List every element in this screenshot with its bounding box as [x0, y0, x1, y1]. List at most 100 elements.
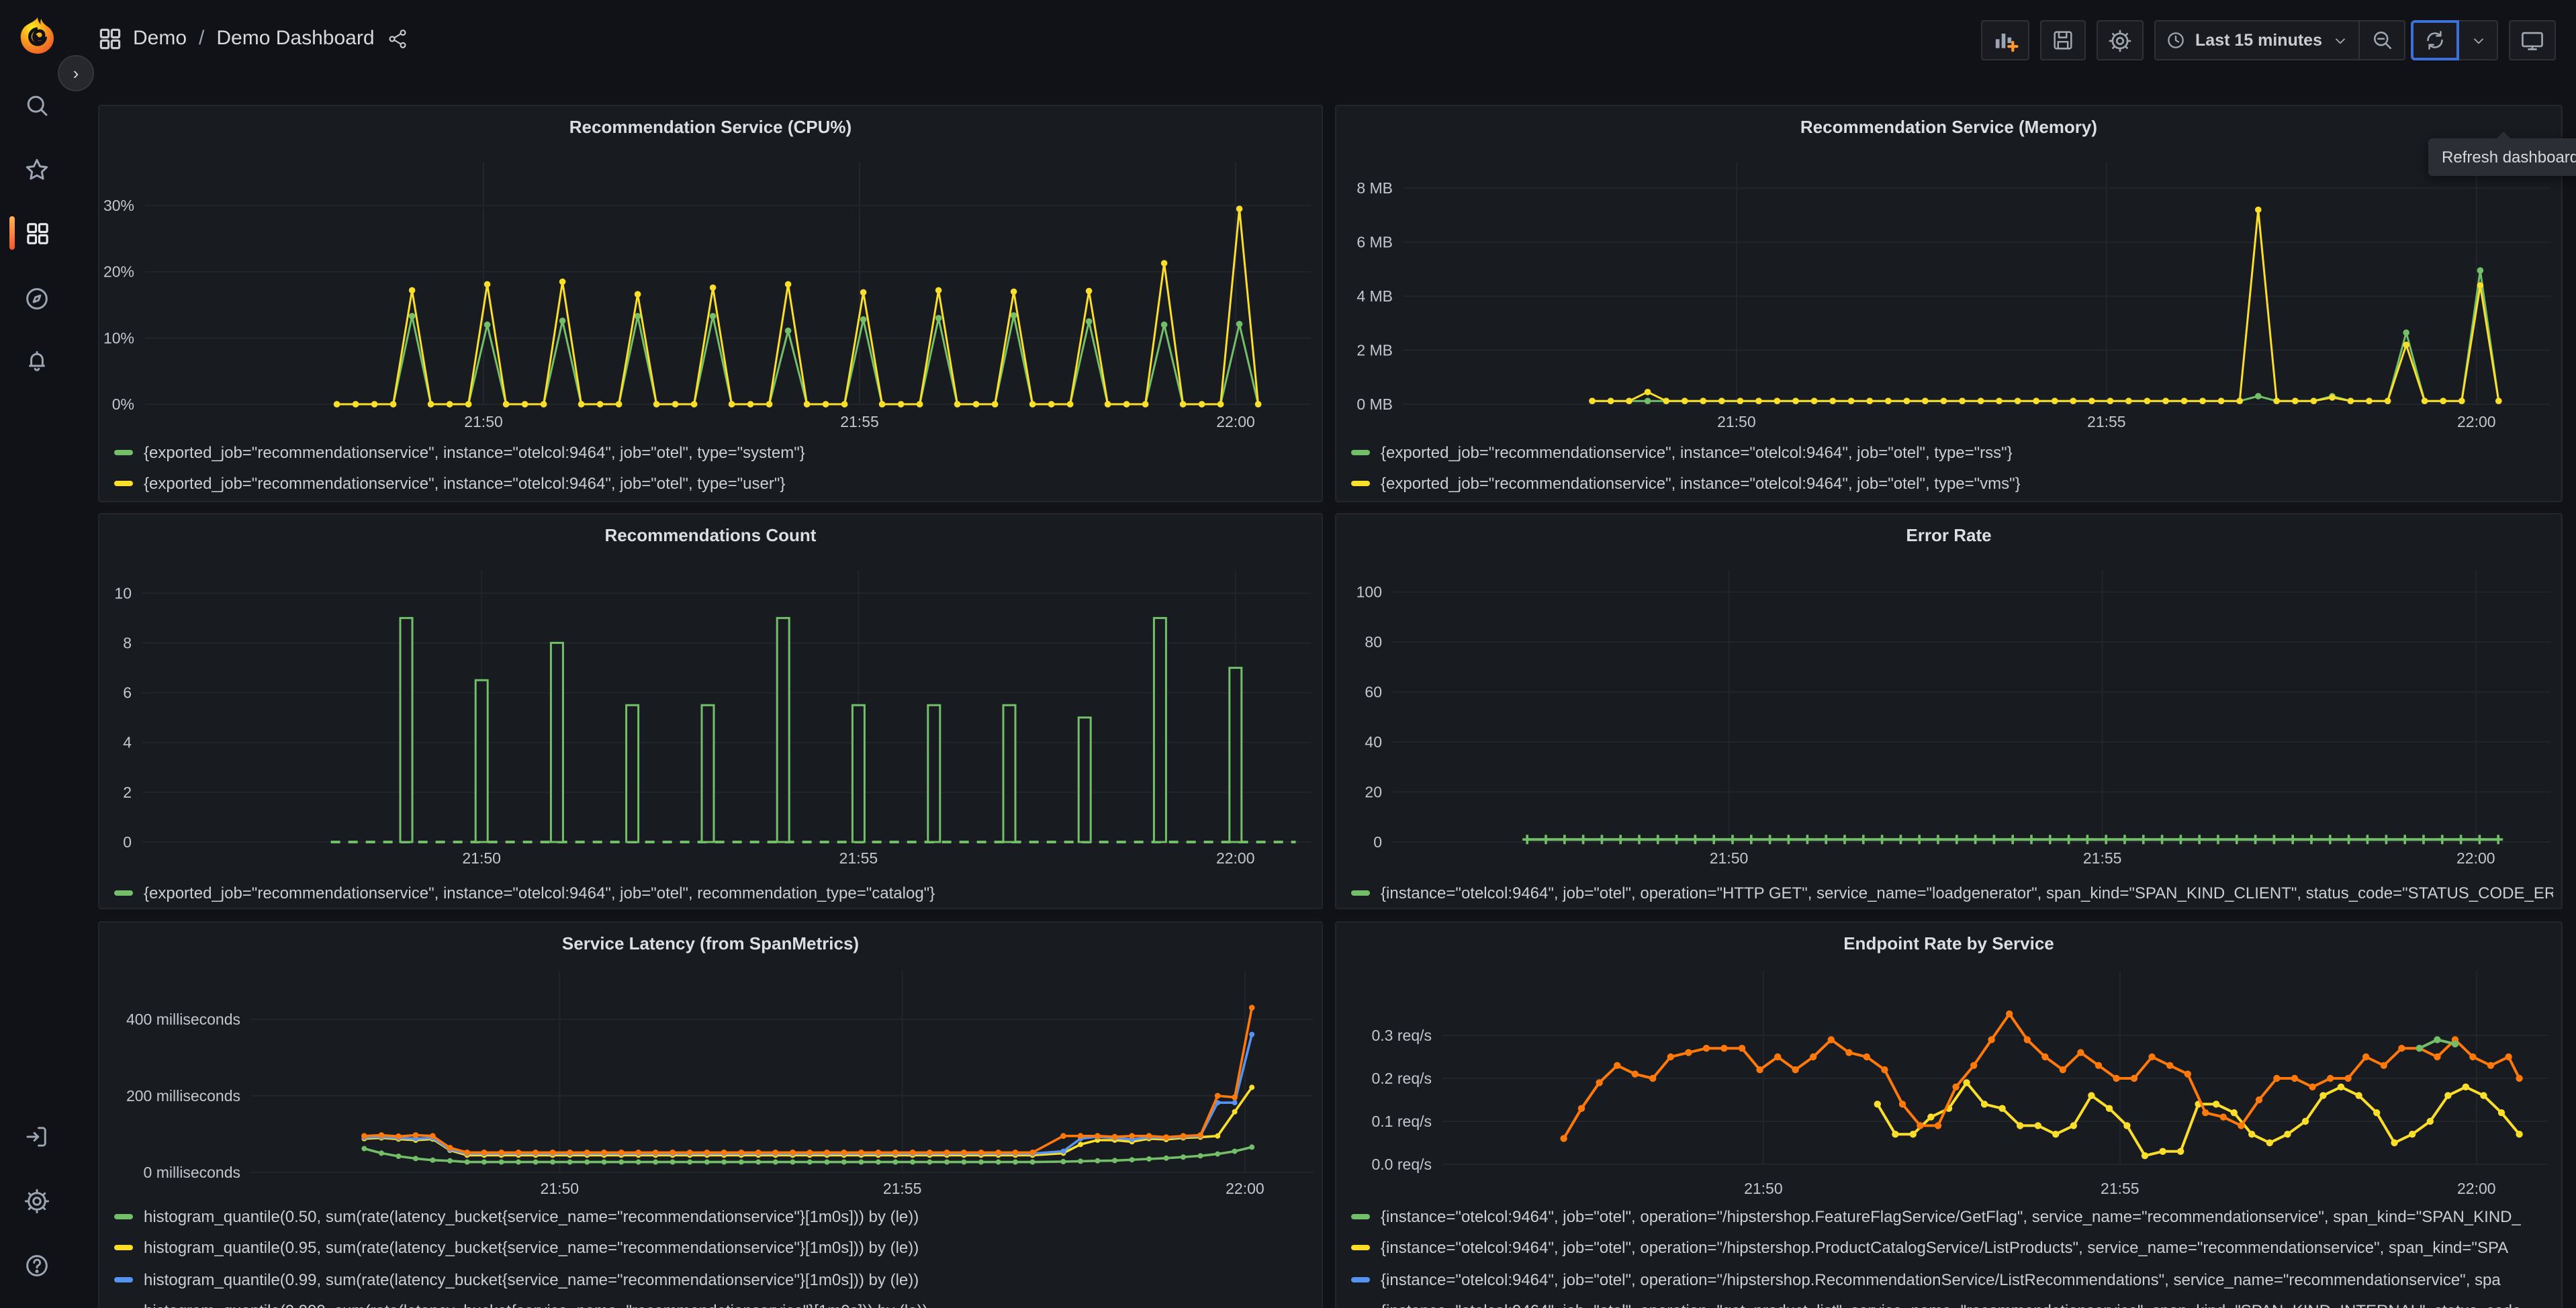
chart-canvas[interactable]: 21:50 21:55 22:00 0 20 40 60 80 100	[1336, 514, 2561, 908]
series-color-swatch	[1351, 1276, 1370, 1282]
add-panel-button[interactable]	[1980, 20, 2029, 60]
legend-item[interactable]: histogram_quantile(0.999, sum(rate(laten…	[114, 1295, 1314, 1308]
star-icon	[26, 158, 48, 180]
panel-recommendation-cpu: Recommendation Service (CPU%) 21:50 21:55…	[98, 105, 1323, 502]
svg-text:2 MB: 2 MB	[1356, 342, 1393, 359]
help-icon	[26, 1255, 48, 1276]
breadcrumb-separator: /	[199, 27, 205, 50]
legend-item[interactable]: {exported_job="recommendationservice", i…	[114, 878, 1314, 908]
legend-label: histogram_quantile(0.99, sum(rate(latenc…	[144, 1270, 919, 1289]
svg-text:0: 0	[1373, 833, 1382, 851]
legend-item[interactable]: {exported_job="recommendationservice", i…	[1351, 467, 2553, 498]
sidebar-item-alerting[interactable]	[9, 333, 64, 388]
explore-compass-icon	[26, 288, 48, 310]
svg-text:6 MB: 6 MB	[1356, 234, 1393, 251]
legend-label: {exported_job="recommendationservice", i…	[1381, 473, 2021, 492]
header: Demo / Demo Dashboard Last 15 minutes Re…	[74, 0, 2576, 176]
breadcrumb: Demo / Demo Dashboard	[99, 27, 408, 50]
svg-text:10%: 10%	[103, 329, 134, 346]
svg-text:22:00: 22:00	[2457, 1180, 2496, 1197]
legend-item[interactable]: {instance="otelcol:9464", job="otel", op…	[1351, 1201, 2553, 1232]
dashboard-settings-button[interactable]	[2096, 20, 2144, 60]
svg-text:21:50: 21:50	[541, 1180, 580, 1197]
chevron-down-icon	[2473, 38, 2483, 44]
legend-item[interactable]: {exported_job="recommendationservice", i…	[114, 436, 1314, 467]
svg-text:60: 60	[1365, 684, 1382, 701]
legend-label: {instance="otelcol:9464", job="otel", op…	[1381, 1207, 2521, 1226]
panel-endpoint-rate: Endpoint Rate by Service 21:50 21:55 22:00…	[1335, 921, 2563, 1308]
legend-item[interactable]: {instance="otelcol:9464", job="otel", op…	[1351, 1232, 2553, 1264]
grafana-app: › Demo / Demo Dashboard Last 15 minutes …	[0, 0, 2576, 1308]
sidebar-item-help[interactable]	[9, 1238, 64, 1293]
svg-text:8 MB: 8 MB	[1356, 179, 1393, 197]
save-dashboard-button[interactable]	[2039, 20, 2086, 60]
legend-item[interactable]: {instance="otelcol:9464", job="otel", op…	[1351, 878, 2553, 908]
sidebar-item-explore[interactable]	[9, 271, 64, 326]
sidebar-item-sign-in[interactable]	[9, 1109, 64, 1164]
svg-text:4: 4	[123, 734, 132, 751]
svg-text:21:50: 21:50	[464, 413, 503, 430]
legend-item[interactable]: {instance="otelcol:9464", job="otel", op…	[1351, 1295, 2553, 1308]
zoom-out-icon	[2373, 32, 2391, 49]
legend-label: {instance="otelcol:9464", job="otel", op…	[1381, 1270, 2501, 1289]
legend-label: histogram_quantile(0.50, sum(rate(latenc…	[144, 1207, 919, 1226]
svg-text:400 milliseconds: 400 milliseconds	[126, 1011, 240, 1028]
tv-monitor-icon	[2522, 31, 2543, 50]
sidebar-item-settings[interactable]	[9, 1174, 64, 1229]
legend: histogram_quantile(0.50, sum(rate(latenc…	[114, 1201, 1314, 1308]
svg-text:21:55: 21:55	[883, 1180, 922, 1197]
sidebar-item-search[interactable]	[9, 78, 64, 133]
legend: {exported_job="recommendationservice", i…	[1351, 436, 2553, 498]
breadcrumb-dashboard: Demo Dashboard	[216, 27, 375, 50]
grafana-logo-icon[interactable]	[16, 15, 59, 58]
svg-text:22:00: 22:00	[1226, 1180, 1264, 1197]
gear-icon	[2108, 29, 2131, 52]
svg-text:22:00: 22:00	[2457, 413, 2496, 430]
refresh-dashboard-button[interactable]	[2411, 20, 2459, 60]
toolbar: Last 15 minutes	[1980, 20, 2556, 60]
add-panel-icon	[1994, 34, 2018, 52]
series-color-swatch	[114, 480, 133, 485]
tv-kiosk-button[interactable]	[2509, 20, 2556, 60]
svg-text:21:50: 21:50	[1744, 1180, 1783, 1197]
svg-text:20: 20	[1365, 784, 1382, 801]
sidebar-expand-button[interactable]: ›	[58, 55, 94, 91]
legend-label: {instance="otelcol:9464", job="otel", op…	[1381, 884, 2553, 902]
svg-text:2: 2	[123, 784, 132, 801]
refresh-interval-button[interactable]	[2459, 20, 2498, 60]
legend-item[interactable]: histogram_quantile(0.99, sum(rate(latenc…	[114, 1264, 1314, 1295]
svg-text:21:50: 21:50	[462, 849, 501, 867]
panel-service-latency: Service Latency (from SpanMetrics) 21:50…	[98, 921, 1323, 1308]
svg-text:22:00: 22:00	[2456, 849, 2495, 867]
legend-item[interactable]: {instance="otelcol:9464", job="otel", op…	[1351, 1264, 2553, 1295]
chevron-down-icon	[2336, 38, 2345, 44]
series-color-swatch	[114, 1213, 133, 1219]
time-range-picker[interactable]: Last 15 minutes	[2154, 20, 2360, 60]
sidebar-item-starred[interactable]	[9, 142, 64, 197]
legend-item[interactable]: histogram_quantile(0.95, sum(rate(latenc…	[114, 1232, 1314, 1264]
alerting-bell-icon	[29, 351, 45, 371]
legend-item[interactable]: {exported_job="recommendationservice", i…	[114, 467, 1314, 498]
svg-text:21:55: 21:55	[2101, 1180, 2140, 1197]
legend: {instance="otelcol:9464", job="otel", op…	[1351, 1201, 2553, 1308]
legend-item[interactable]: histogram_quantile(0.50, sum(rate(latenc…	[114, 1201, 1314, 1232]
svg-text:20%: 20%	[103, 263, 134, 281]
search-icon	[27, 95, 48, 116]
legend-item[interactable]: {exported_job="recommendationservice", i…	[1351, 436, 2553, 467]
breadcrumb-folder[interactable]: Demo	[133, 27, 187, 50]
share-icon[interactable]	[387, 28, 408, 49]
zoom-out-button[interactable]	[2360, 20, 2405, 60]
time-range-label: Last 15 minutes	[2195, 31, 2322, 50]
active-indicator	[9, 216, 14, 250]
series-color-swatch	[114, 449, 133, 455]
svg-text:0%: 0%	[112, 395, 134, 413]
svg-text:21:50: 21:50	[1717, 413, 1756, 430]
svg-text:21:55: 21:55	[2087, 413, 2126, 430]
series-color-swatch	[1351, 480, 1370, 485]
svg-text:200 milliseconds: 200 milliseconds	[126, 1087, 240, 1105]
svg-text:21:55: 21:55	[840, 413, 879, 430]
legend: {exported_job="recommendationservice", i…	[114, 878, 1314, 908]
legend-label: {exported_job="recommendationservice", i…	[1381, 442, 2013, 461]
chart-canvas[interactable]: 21:50 21:55 22:00 0 2 4 6 8 10	[99, 514, 1322, 908]
sidebar-item-dashboards[interactable]	[9, 205, 64, 261]
